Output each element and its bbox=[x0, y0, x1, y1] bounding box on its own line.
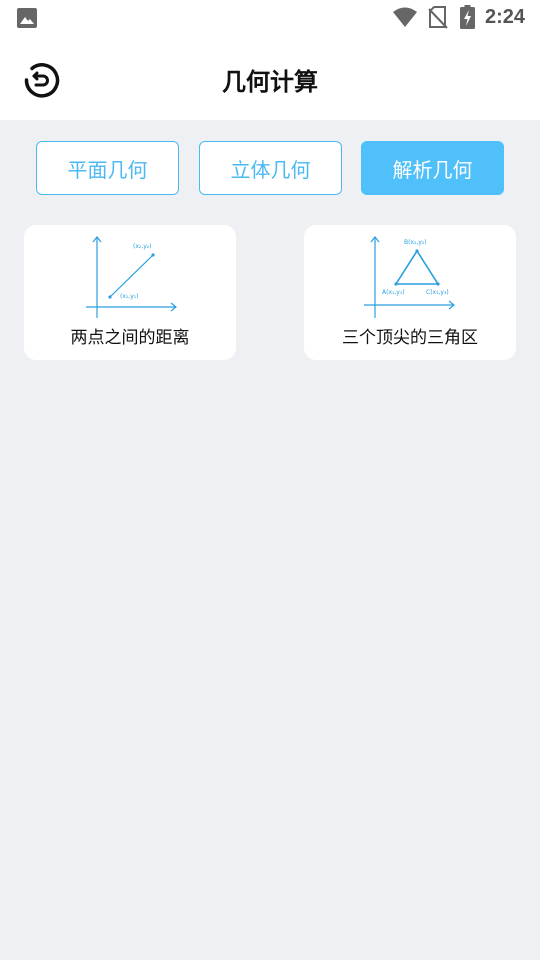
point-1 bbox=[108, 295, 112, 299]
card-label: 三个顶尖的三角区 bbox=[342, 328, 478, 348]
no-sim-icon bbox=[428, 6, 448, 29]
tab-solid-geometry[interactable]: 立体几何 bbox=[199, 141, 342, 195]
point-1-label: (x₁,y₁) bbox=[120, 293, 139, 300]
tab-analytic-geometry[interactable]: 解析几何 bbox=[361, 141, 504, 195]
point-2-label: (x₂,y₂) bbox=[133, 243, 152, 250]
card-triangle-area[interactable]: B(x₂,y₂) A(x₁,y₁) C(x₃,y₃) 三个顶尖的三角区 bbox=[304, 225, 516, 360]
wifi-icon bbox=[393, 7, 417, 27]
card-two-point-distance[interactable]: (x₂,y₂) (x₁,y₁) 两点之间的距离 bbox=[24, 225, 236, 360]
app-bar: 几何计算 bbox=[0, 36, 540, 120]
triangle-diagram: B(x₂,y₂) A(x₁,y₁) C(x₃,y₃) bbox=[364, 236, 455, 318]
card-label: 两点之间的距离 bbox=[70, 328, 190, 348]
battery-charging-icon bbox=[460, 5, 475, 29]
vertex-a-label: A(x₁,y₁) bbox=[382, 289, 405, 296]
vertex-b-label: B(x₂,y₂) bbox=[404, 239, 427, 246]
status-bar: 2:24 bbox=[0, 0, 540, 36]
page-title: 几何计算 bbox=[222, 68, 318, 96]
distance-segment bbox=[109, 254, 154, 298]
tab-plane-geometry[interactable]: 平面几何 bbox=[36, 141, 179, 195]
point-2 bbox=[151, 253, 155, 257]
status-time: 2:24 bbox=[485, 6, 526, 28]
vertex-c-label: C(x₃,y₃) bbox=[426, 289, 449, 296]
image-icon bbox=[17, 8, 37, 28]
triangle bbox=[394, 249, 440, 285]
geometry-tabs: 平面几何 立体几何 解析几何 bbox=[0, 141, 540, 195]
two-point-distance-diagram: (x₂,y₂) (x₁,y₁) bbox=[86, 236, 177, 318]
